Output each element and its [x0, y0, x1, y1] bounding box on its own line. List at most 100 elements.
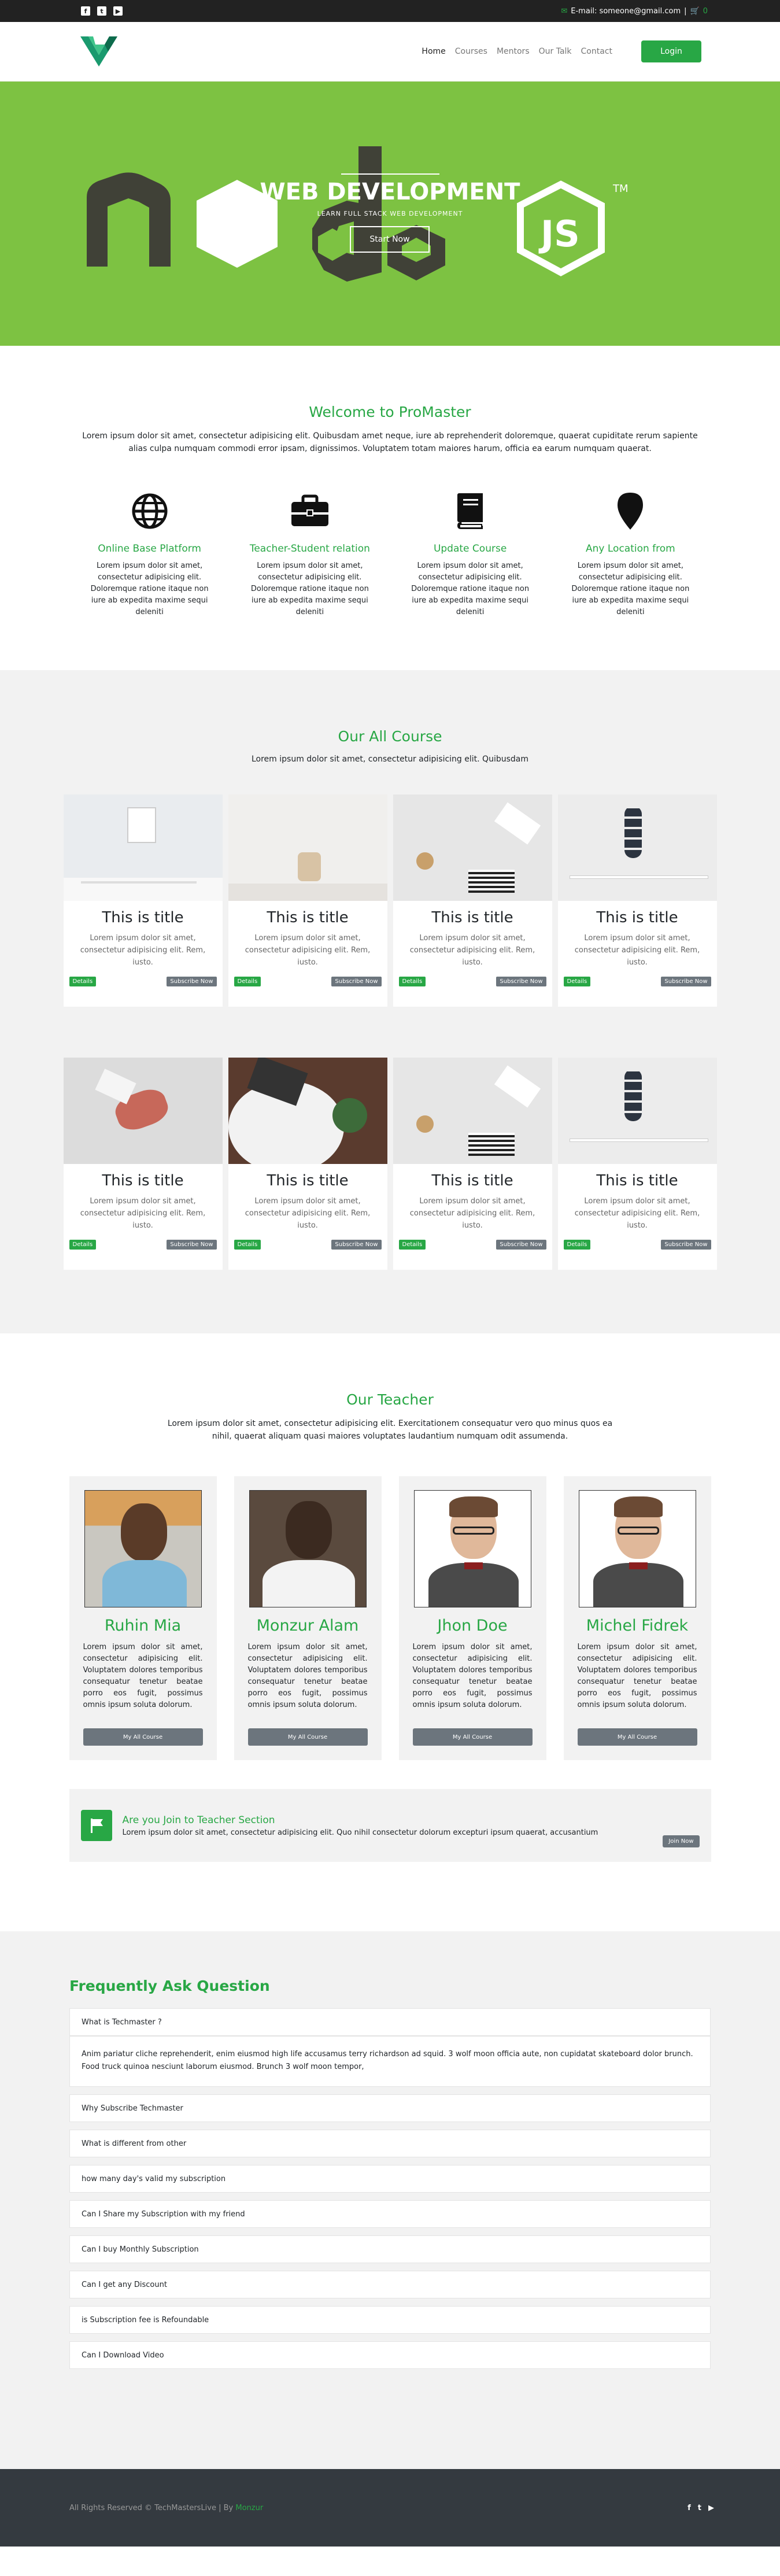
faq-question[interactable]: Can I buy Monthly Subscription	[69, 2235, 711, 2263]
footer-copyright: All Rights Reserved © TechMastersLive | …	[69, 2504, 263, 2512]
feature-online: Online Base Platform Lorem ipsum dolor s…	[69, 491, 230, 618]
faq-question[interactable]: Can I get any Discount	[69, 2271, 711, 2298]
twitter-icon[interactable]: t	[97, 6, 106, 16]
feature-teacher-student: Teacher-Student relation Lorem ipsum dol…	[230, 491, 390, 618]
course-image	[557, 1058, 717, 1164]
subscribe-now-button[interactable]: Subscribe Now	[331, 1240, 382, 1250]
start-now-button[interactable]: Start Now	[350, 226, 430, 253]
main-nav: Home Courses Mentors Our Talk Contact Lo…	[417, 40, 701, 62]
globe-icon	[69, 491, 230, 531]
youtube-icon[interactable]: ▶	[708, 2504, 714, 2512]
course-card: This is title Lorem ipsum dolor sit amet…	[557, 1058, 717, 1270]
course-image	[228, 794, 387, 901]
author-link[interactable]: Monzur	[235, 2504, 263, 2512]
teacher-text: Lorem ipsum dolor sit amet, consectetur …	[412, 1643, 533, 1709]
course-card: This is title Lorem ipsum dolor sit amet…	[393, 1058, 552, 1270]
faq-section: Frequently Ask Question What is Techmast…	[0, 1931, 780, 2469]
faq-question[interactable]: What is Techmaster ?	[69, 2008, 711, 2036]
feature-text: Lorem ipsum dolor sit amet, consectetur …	[571, 561, 690, 616]
cart-count: 0	[703, 6, 708, 16]
details-button[interactable]: Details	[563, 1240, 591, 1250]
nav-our-talk[interactable]: Our Talk	[534, 47, 576, 56]
teacher-card: Ruhin Mia Lorem ipsum dolor sit amet, co…	[69, 1476, 217, 1760]
subscribe-now-button[interactable]: Subscribe Now	[496, 1240, 546, 1250]
faq-question[interactable]: is Subscription fee is Refoundable	[69, 2306, 711, 2334]
course-title: This is title	[431, 909, 513, 926]
feature-any-location: Any Location from Lorem ipsum dolor sit …	[550, 491, 711, 618]
my-all-course-button[interactable]: My All Course	[412, 1728, 533, 1746]
subscribe-now-button[interactable]: Subscribe Now	[167, 977, 217, 986]
details-button[interactable]: Details	[398, 977, 426, 986]
faq-question[interactable]: how many day's valid my subscription	[69, 2165, 711, 2193]
course-card: This is title Lorem ipsum dolor sit amet…	[557, 794, 717, 1007]
course-title: This is title	[267, 909, 349, 926]
faq-question[interactable]: Can I Download Video	[69, 2341, 711, 2369]
course-title: This is title	[267, 1172, 349, 1189]
login-button[interactable]: Login	[641, 40, 701, 62]
email-label[interactable]: E-mail: someone@gmail.com	[571, 7, 681, 16]
details-button[interactable]: Details	[234, 1240, 261, 1250]
features-row: Online Base Platform Lorem ipsum dolor s…	[0, 491, 780, 618]
nav-courses[interactable]: Courses	[450, 47, 492, 56]
cart-icon[interactable]: 🛒	[690, 7, 700, 16]
subscribe-now-button[interactable]: Subscribe Now	[167, 1240, 217, 1250]
teacher-card: Jhon Doe Lorem ipsum dolor sit amet, con…	[398, 1476, 546, 1760]
hero-subtitle: LEARN FULL STACK WEB DEVELOPMENT	[317, 210, 463, 217]
my-all-course-button[interactable]: My All Course	[247, 1728, 368, 1746]
feature-title: Update Course	[433, 543, 507, 555]
details-button[interactable]: Details	[563, 977, 591, 986]
nav-contact[interactable]: Contact	[576, 47, 617, 56]
top-social-links: f t ▶	[81, 6, 123, 16]
youtube-icon[interactable]: ▶	[113, 6, 123, 16]
course-image	[228, 1058, 387, 1164]
join-now-button[interactable]: Join Now	[663, 1835, 700, 1847]
nav-home[interactable]: Home	[417, 47, 450, 56]
course-title: This is title	[596, 909, 678, 926]
facebook-icon[interactable]: f	[687, 2504, 691, 2512]
teachers-title: Our Teacher	[346, 1391, 434, 1408]
details-button[interactable]: Details	[69, 1240, 97, 1250]
details-button[interactable]: Details	[69, 977, 97, 986]
hero-banner: JS WEB DEVELOPMENT LEARN FULL STACK WEB …	[0, 82, 780, 346]
details-button[interactable]: Details	[234, 977, 261, 986]
feature-text: Lorem ipsum dolor sit amet, consectetur …	[411, 561, 530, 616]
details-button[interactable]: Details	[398, 1240, 426, 1250]
course-image	[63, 1058, 223, 1164]
course-card: This is title Lorem ipsum dolor sit amet…	[228, 1058, 387, 1270]
teacher-text: Lorem ipsum dolor sit amet, consectetur …	[83, 1643, 203, 1709]
subscribe-now-button[interactable]: Subscribe Now	[331, 977, 382, 986]
feature-title: Online Base Platform	[98, 543, 201, 555]
join-text: Lorem ipsum dolor sit amet, consectetur …	[122, 1828, 598, 1837]
top-bar: f t ▶ ✉ E-mail: someone@gmail.com | 🛒 0	[0, 0, 780, 22]
facebook-icon[interactable]: f	[81, 6, 90, 16]
map-marker-icon	[550, 491, 711, 531]
course-text: Lorem ipsum dolor sit amet, consectetur …	[409, 934, 535, 967]
subscribe-now-button[interactable]: Subscribe Now	[661, 1240, 711, 1250]
feature-title: Any Location from	[586, 543, 675, 555]
faq-question[interactable]: Can I Share my Subscription with my frie…	[69, 2200, 711, 2228]
teacher-name: Monzur Alam	[256, 1617, 359, 1635]
course-card: This is title Lorem ipsum dolor sit amet…	[63, 1058, 223, 1270]
teacher-text: Lorem ipsum dolor sit amet, consectetur …	[577, 1643, 697, 1709]
teacher-photo	[84, 1490, 202, 1607]
join-teacher-banner: Are you Join to Teacher Section Lorem ip…	[69, 1789, 711, 1862]
site-logo[interactable]	[78, 34, 120, 69]
feature-title: Teacher-Student relation	[249, 543, 370, 555]
navbar: Home Courses Mentors Our Talk Contact Lo…	[0, 22, 780, 82]
subscribe-now-button[interactable]: Subscribe Now	[661, 977, 711, 986]
nav-mentors[interactable]: Mentors	[492, 47, 534, 56]
twitter-icon[interactable]: t	[698, 2504, 701, 2512]
welcome-section: Welcome to ProMaster Lorem ipsum dolor s…	[0, 346, 780, 670]
faq-question[interactable]: What is different from other	[69, 2130, 711, 2157]
my-all-course-button[interactable]: My All Course	[83, 1728, 203, 1746]
teacher-card: Monzur Alam Lorem ipsum dolor sit amet, …	[234, 1476, 382, 1760]
course-card: This is title Lorem ipsum dolor sit amet…	[228, 794, 387, 1007]
subscribe-now-button[interactable]: Subscribe Now	[496, 977, 546, 986]
copyright-text: All Rights Reserved © TechMastersLive | …	[69, 2503, 234, 2512]
faq-question[interactable]: Why Subscribe Techmaster	[69, 2094, 711, 2122]
welcome-text: Lorem ipsum dolor sit amet, consectetur …	[82, 431, 698, 453]
trademark-mark: TM	[613, 183, 629, 195]
teacher-text: Lorem ipsum dolor sit amet, consectetur …	[247, 1643, 368, 1709]
faq-title: Frequently Ask Question	[69, 1978, 270, 1994]
my-all-course-button[interactable]: My All Course	[577, 1728, 697, 1746]
